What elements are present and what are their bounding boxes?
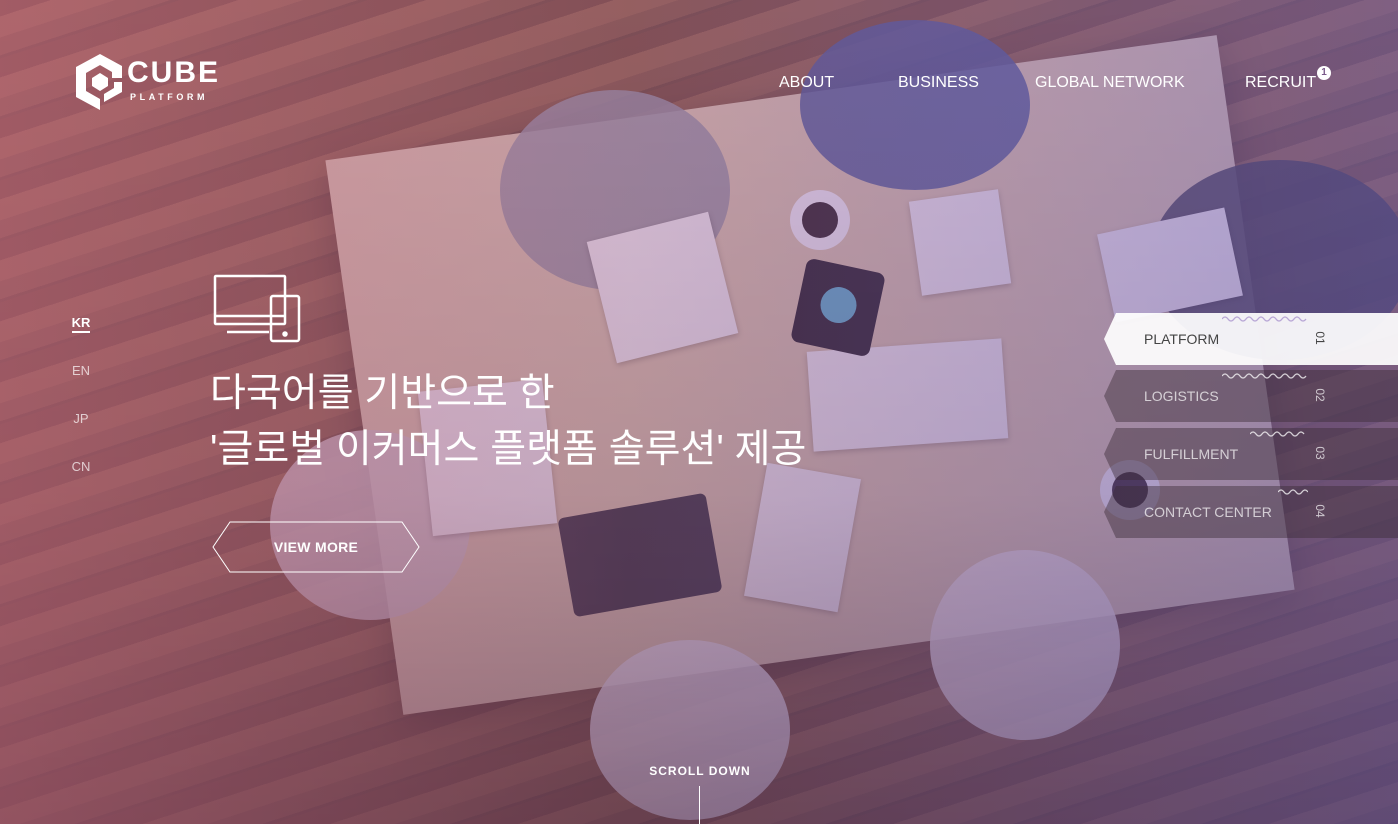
- service-number: 02: [1313, 388, 1327, 402]
- wave-icon: [1222, 373, 1307, 379]
- service-label: PLATFORM: [1144, 331, 1220, 347]
- service-number: 04: [1313, 504, 1327, 518]
- service-label: FULFILLMENT: [1144, 446, 1239, 462]
- devices-icon: [213, 274, 303, 349]
- wave-icon: [1278, 489, 1308, 495]
- wave-icon: [1222, 316, 1307, 322]
- scroll-down-label[interactable]: SCROLL DOWN: [640, 764, 760, 778]
- service-number: 01: [1313, 331, 1327, 345]
- service-number: 03: [1313, 446, 1327, 460]
- service-label: CONTACT CENTER: [1144, 504, 1272, 520]
- lang-cn[interactable]: CN: [66, 459, 96, 475]
- service-tab-fulfillment[interactable]: FULFILLMENT 03: [1104, 428, 1398, 480]
- lang-kr-label: KR: [71, 315, 91, 333]
- service-tab-platform[interactable]: PLATFORM 01: [1104, 313, 1398, 365]
- view-more-label: VIEW MORE: [273, 539, 359, 555]
- nav-item-business[interactable]: BUSINESS: [898, 73, 979, 93]
- lang-en[interactable]: EN: [66, 363, 96, 379]
- scroll-down-line: [699, 786, 700, 824]
- recruit-badge: 1: [1317, 66, 1331, 80]
- main-nav: ABOUT BUSINESS GLOBAL NETWORK RECRUIT 1: [0, 66, 1398, 97]
- hero-headline: 다국어를 기반으로 한 '글로벌 이커머스 플랫폼 솔루션' 제공: [210, 366, 806, 478]
- service-tab-logistics[interactable]: LOGISTICS 02: [1104, 370, 1398, 422]
- nav-item-recruit[interactable]: RECRUIT: [1245, 73, 1316, 93]
- nav-item-about[interactable]: ABOUT: [779, 73, 834, 93]
- hero-headline-line2: '글로벌 이커머스 플랫폼 솔루션' 제공: [210, 428, 807, 471]
- wave-icon: [1250, 431, 1305, 437]
- lang-kr[interactable]: KR: [66, 315, 96, 333]
- hero-headline-line1: 다국어를 기반으로 한: [210, 372, 555, 415]
- view-more-button[interactable]: VIEW MORE: [212, 521, 420, 573]
- lang-jp[interactable]: JP: [66, 411, 96, 427]
- nav-item-global-network[interactable]: GLOBAL NETWORK: [1035, 73, 1185, 93]
- service-label: LOGISTICS: [1144, 388, 1219, 404]
- service-tab-contact-center[interactable]: CONTACT CENTER 04: [1104, 486, 1398, 538]
